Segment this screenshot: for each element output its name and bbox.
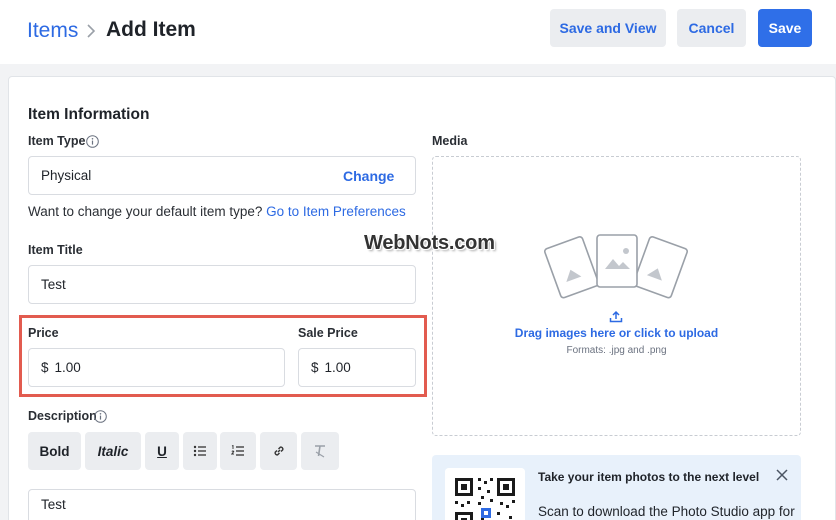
link-icon <box>273 446 284 456</box>
sale-price-currency: $ <box>311 360 319 375</box>
upload-formats: Formats: .jpg and .png <box>566 345 667 356</box>
info-icon[interactable] <box>86 135 99 148</box>
bold-button[interactable]: Bold <box>28 432 81 470</box>
underline-button[interactable]: U <box>145 432 179 470</box>
promo-title: Take your item photos to the next level <box>538 470 760 484</box>
top-bar: Items Add Item Save and View Cancel Save <box>0 0 836 64</box>
media-label: Media <box>432 134 468 148</box>
description-label: Description <box>28 409 97 423</box>
upload-instructions[interactable]: Drag images here or click to upload <box>432 326 801 340</box>
bullet-list-icon <box>193 445 206 457</box>
description-editor[interactable]: Test <box>28 489 416 520</box>
item-type-value: Physical <box>41 168 92 183</box>
change-item-type-link[interactable]: Change <box>343 168 394 184</box>
item-title-input[interactable]: Test <box>28 265 416 304</box>
qr-code <box>445 468 525 520</box>
save-and-view-button[interactable]: Save and View <box>550 9 666 47</box>
sale-price-value: 1.00 <box>324 360 351 375</box>
info-icon[interactable] <box>94 410 107 423</box>
save-button[interactable]: Save <box>758 9 812 47</box>
item-type-hint: Want to change your default item type? G… <box>28 204 406 219</box>
sale-price-label: Sale Price <box>298 326 358 340</box>
price-currency: $ <box>41 360 49 375</box>
chevron-right-icon <box>87 24 96 38</box>
upload-icon <box>609 310 623 323</box>
hint-text: Want to change your default item type? <box>28 204 263 219</box>
item-title-value: Test <box>41 277 66 292</box>
item-title-label: Item Title <box>28 243 83 257</box>
close-icon[interactable] <box>775 468 789 482</box>
italic-button[interactable]: Italic <box>85 432 141 470</box>
breadcrumb-items-link[interactable]: Items <box>27 19 78 43</box>
item-preferences-link[interactable]: Go to Item Preferences <box>266 204 406 219</box>
price-input[interactable]: $ 1.00 <box>28 348 285 387</box>
page-title: Add Item <box>106 18 196 41</box>
sale-price-input[interactable]: $ 1.00 <box>298 348 416 387</box>
numbered-list-button[interactable] <box>220 432 256 470</box>
section-title: Item Information <box>28 106 150 123</box>
description-value: Test <box>41 497 66 512</box>
watermark: WebNots.com <box>364 232 495 254</box>
numbered-list-icon <box>231 445 244 456</box>
clear-format-icon <box>315 445 325 458</box>
bullet-list-button[interactable] <box>183 432 217 470</box>
image-placeholder-icon <box>543 234 689 299</box>
price-value: 1.00 <box>54 360 81 375</box>
link-button[interactable] <box>260 432 297 470</box>
item-type-label: Item Type <box>28 134 86 148</box>
promo-text: Scan to download the Photo Studio app fo… <box>538 504 795 519</box>
cancel-button[interactable]: Cancel <box>677 9 746 47</box>
price-label: Price <box>28 326 59 340</box>
clear-format-button[interactable] <box>301 432 339 470</box>
